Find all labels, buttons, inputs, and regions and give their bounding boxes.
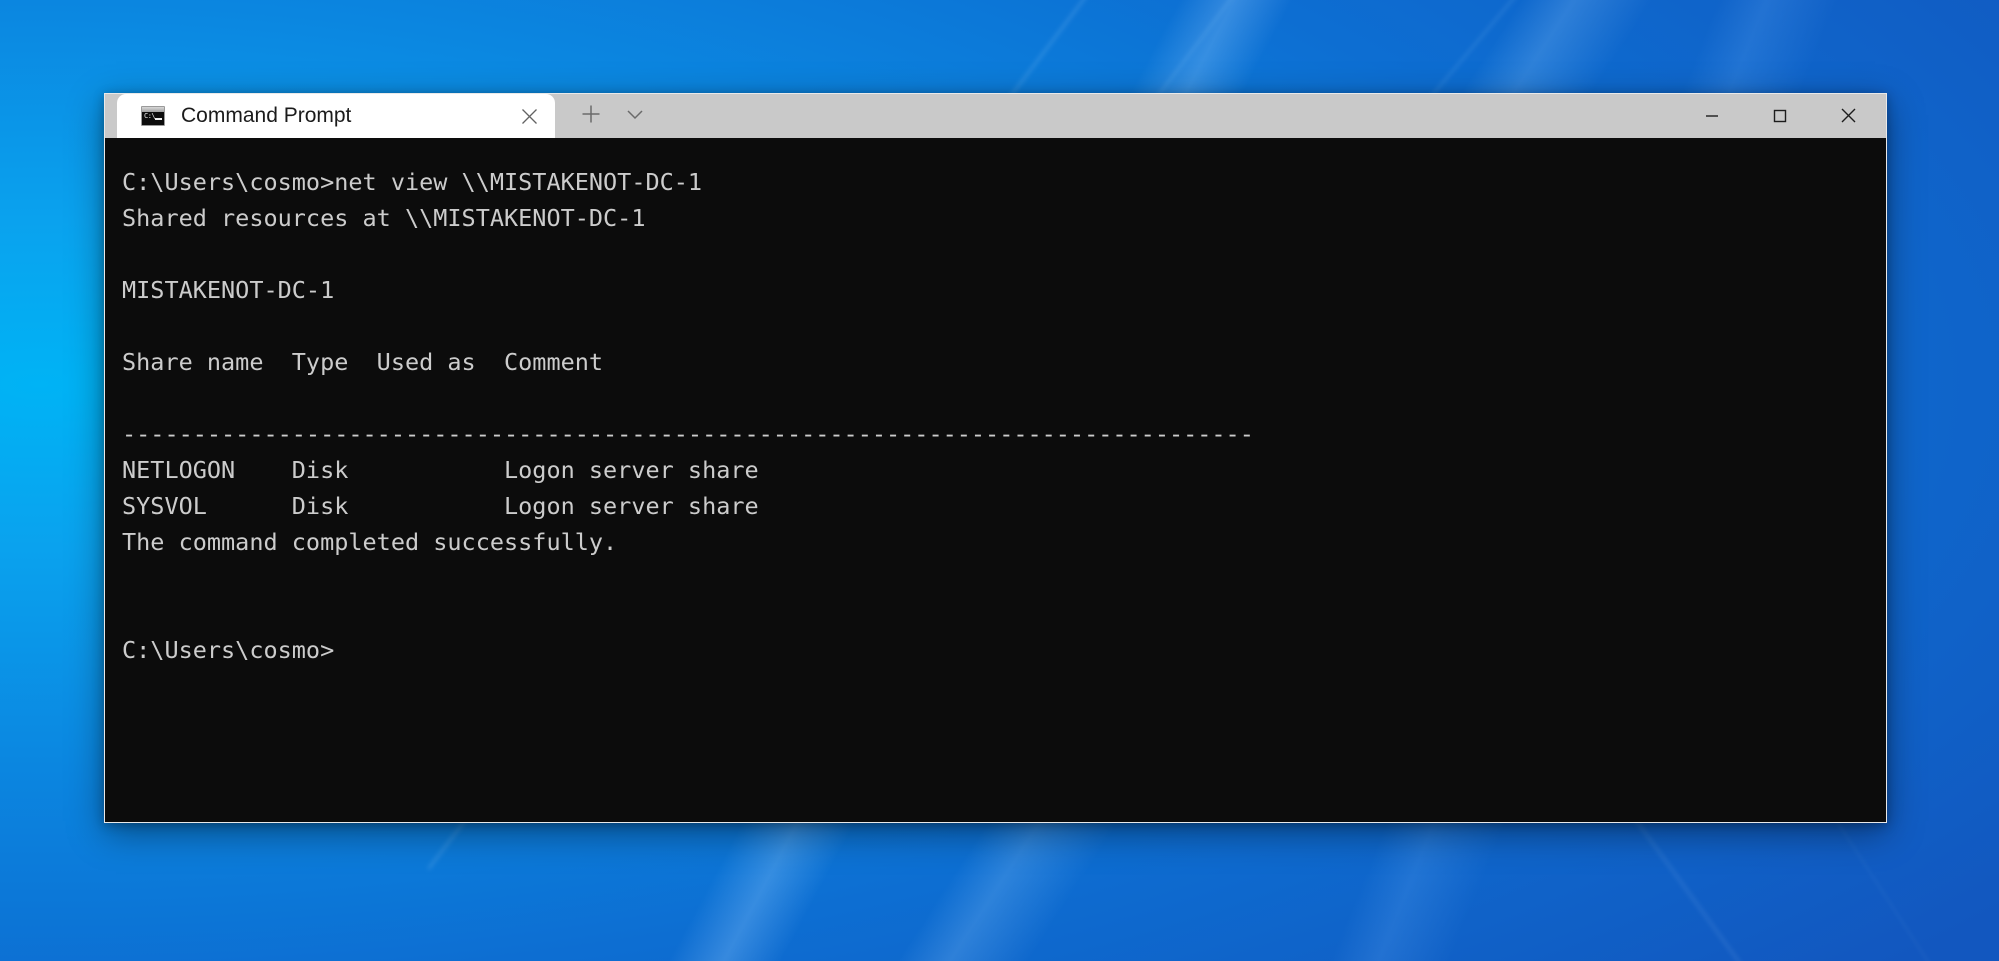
command-prompt-window: C:\ Command Prompt C:\Users\cosmo>net vi… [104, 93, 1887, 823]
close-button[interactable] [1814, 94, 1882, 137]
command-prompt-icon-glyph: C:\ [144, 112, 156, 120]
title-bar[interactable]: C:\ Command Prompt [105, 94, 1886, 138]
maximize-button[interactable] [1746, 94, 1814, 137]
terminal-text: C:\Users\cosmo>net view \\MISTAKENOT-DC-… [122, 168, 1254, 664]
tab-title: Command Prompt [181, 104, 352, 127]
tab-close-icon[interactable] [509, 96, 549, 136]
command-prompt-icon: C:\ [141, 106, 165, 126]
command-prompt-icon-caret [155, 118, 162, 120]
terminal-output-area[interactable]: C:\Users\cosmo>net view \\MISTAKENOT-DC-… [105, 138, 1886, 822]
tab-command-prompt[interactable]: C:\ Command Prompt [117, 94, 555, 138]
tab-dropdown-button[interactable] [613, 94, 657, 136]
new-tab-button[interactable] [569, 94, 613, 136]
minimize-button[interactable] [1678, 94, 1746, 137]
